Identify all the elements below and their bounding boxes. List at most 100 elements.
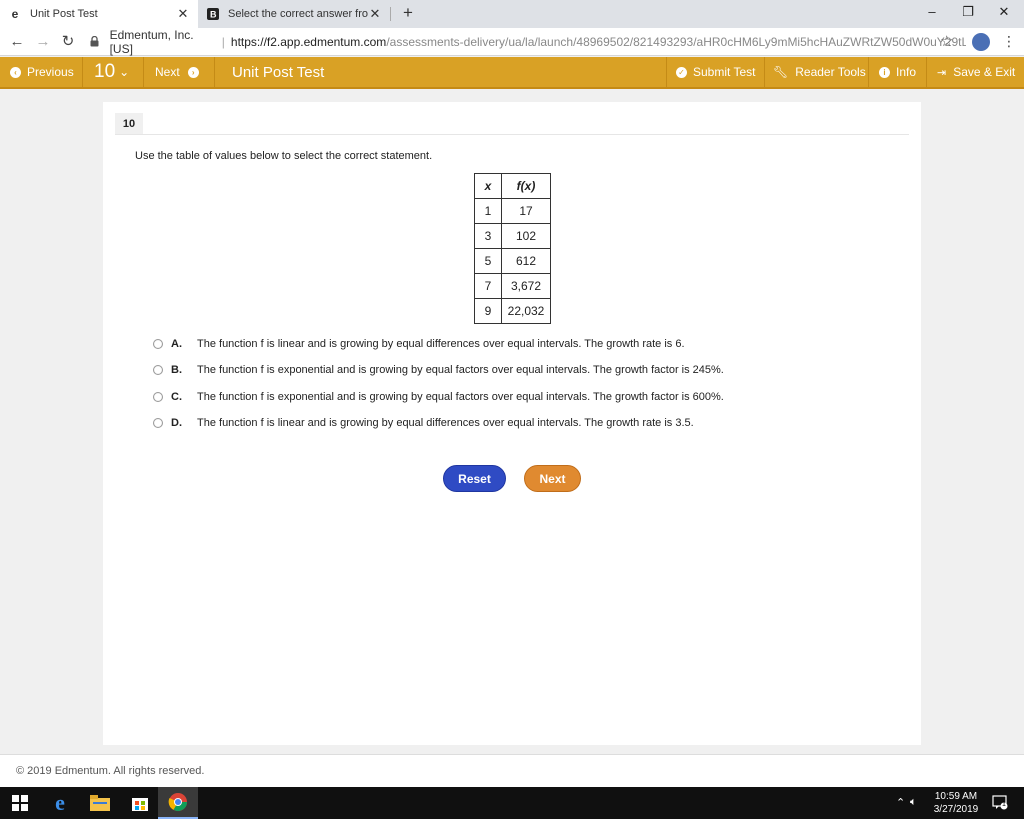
notifications-icon[interactable]: 1 — [992, 794, 1008, 813]
chrome-icon[interactable] — [158, 787, 198, 819]
file-explorer-icon[interactable] — [80, 787, 120, 819]
option-b[interactable]: B. The function f is exponential and is … — [153, 362, 724, 378]
edge-icon[interactable]: e — [40, 787, 80, 819]
table-cell-fx: 22,032 — [501, 298, 551, 324]
volume-muted-icon[interactable]: 🔈︎ — [910, 796, 917, 809]
table-cell-fx: 3,672 — [501, 273, 551, 299]
chevron-down-icon: ⌄ — [119, 65, 130, 79]
previous-label: Previous — [27, 65, 74, 79]
question-card: 10 Use the table of values below to sele… — [103, 102, 921, 745]
toolbar-divider — [143, 57, 144, 87]
table-cell-x: 3 — [474, 223, 502, 249]
chevron-right-icon: › — [187, 66, 199, 78]
new-tab-button[interactable]: + — [398, 3, 418, 23]
option-text: The function f is exponential and is gro… — [197, 391, 724, 403]
browser-tab-strip: e Unit Post Test ✕ B Select the correct … — [0, 0, 1024, 28]
column-header-fx: f(x) — [501, 173, 551, 199]
next-label: Next — [155, 65, 180, 79]
toolbar-divider — [82, 57, 83, 87]
table-cell-x: 9 — [474, 298, 502, 324]
close-window-button[interactable]: ✕ — [986, 0, 1022, 28]
test-title: Unit Post Test — [232, 63, 325, 81]
reader-tools-button[interactable]: 🔧︎ Reader Tools — [773, 57, 866, 87]
toolbar-divider — [868, 57, 869, 87]
url-path: /assessments-delivery/ua/la/launch/48969… — [386, 35, 966, 49]
divider — [115, 134, 909, 135]
tab-title: Unit Post Test — [30, 8, 98, 20]
table-cell-fx: 17 — [501, 198, 551, 224]
forward-arrow-icon[interactable]: → — [33, 32, 53, 52]
next-toolbar-button[interactable]: Next › — [155, 57, 199, 87]
copyright-text: © 2019 Edmentum. All rights reserved. — [16, 765, 205, 777]
table-header-row: x f(x) — [474, 173, 551, 199]
option-letter: C. — [171, 391, 182, 403]
option-c[interactable]: C. The function f is exponential and is … — [153, 389, 724, 405]
table-row: 9 22,032 — [474, 298, 551, 324]
option-text: The function f is linear and is growing … — [197, 417, 694, 429]
url-host: https://f2.app.edmentum.com — [230, 35, 387, 49]
save-exit-button[interactable]: ⇥ Save & Exit — [937, 57, 1015, 87]
tab-separator — [390, 7, 391, 21]
tab-close-icon[interactable]: ✕ — [368, 6, 382, 22]
lock-icon — [90, 35, 100, 48]
question-select-dropdown[interactable]: 10 ⌄ — [94, 57, 129, 87]
option-letter: B. — [171, 364, 182, 376]
windows-taskbar: e ⌃ 🔈︎ 10:59 AM 3/27/2019 1 — [0, 787, 1024, 819]
restore-button[interactable]: ❐ — [950, 0, 986, 28]
tab-close-icon[interactable]: ✕ — [176, 6, 190, 22]
table-row: 5 612 — [474, 248, 551, 274]
values-table: x f(x) 1 17 3 102 5 612 7 3,672 9 22,032 — [474, 173, 551, 324]
question-number: 10 — [94, 61, 116, 82]
reader-tools-label: Reader Tools — [795, 65, 866, 79]
reset-button[interactable]: Reset — [443, 465, 506, 492]
check-circle-icon: ✓ — [676, 66, 687, 78]
svg-text:B: B — [210, 10, 217, 20]
radio-button[interactable] — [153, 418, 163, 428]
taskbar-clock[interactable]: 10:59 AM 3/27/2019 — [922, 790, 990, 816]
tab-select-answer[interactable]: B Select the correct answer from e ✕ — [198, 0, 390, 28]
toolbar-divider — [214, 57, 215, 87]
windows-start-icon[interactable] — [0, 787, 40, 819]
previous-button[interactable]: ‹ Previous — [10, 57, 74, 87]
table-cell-fx: 102 — [501, 223, 551, 249]
info-icon: i — [879, 66, 890, 78]
table-cell-x: 1 — [474, 198, 502, 224]
test-toolbar: ‹ Previous 10 ⌄ Next › Unit Post Test ✓ … — [0, 57, 1024, 89]
sign-out-icon: ⇥ — [937, 66, 947, 79]
info-button[interactable]: i Info — [879, 57, 916, 87]
toolbar-divider — [764, 57, 765, 87]
url-input[interactable]: Edmentum, Inc. [US] | https://f2.app.edm… — [90, 28, 966, 56]
column-header-x: x — [474, 173, 502, 199]
tab-unit-post-test[interactable]: e Unit Post Test ✕ — [0, 0, 198, 28]
clock-time: 10:59 AM — [934, 791, 978, 802]
radio-button[interactable] — [153, 392, 163, 402]
info-label: Info — [896, 65, 917, 79]
option-letter: A. — [171, 338, 182, 350]
toolbar-divider — [666, 57, 667, 87]
omnibox-separator: | — [221, 35, 225, 49]
option-a[interactable]: A. The function f is linear and is growi… — [153, 336, 685, 352]
profile-avatar-icon[interactable] — [972, 33, 990, 51]
submit-test-button[interactable]: ✓ Submit Test — [676, 57, 755, 87]
back-arrow-icon[interactable]: ← — [7, 32, 27, 52]
next-button[interactable]: Next — [524, 465, 581, 492]
tray-chevron-up-icon[interactable]: ⌃ — [896, 796, 905, 809]
site-identity: Edmentum, Inc. [US] — [109, 28, 194, 56]
store-icon[interactable] — [120, 787, 160, 819]
address-bar: ← → ↻ Edmentum, Inc. [US] | https://f2.a… — [0, 28, 1024, 56]
browser-menu-icon[interactable]: ⋮ — [1002, 33, 1016, 50]
bookmark-star-icon[interactable]: ☆ — [940, 32, 953, 50]
radio-button[interactable] — [153, 339, 163, 349]
table-row: 1 17 — [474, 198, 551, 224]
table-row: 7 3,672 — [474, 273, 551, 299]
minimize-button[interactable]: – — [914, 0, 950, 28]
page-footer: © 2019 Edmentum. All rights reserved. — [0, 754, 1024, 787]
option-text: The function f is linear and is growing … — [197, 338, 685, 350]
table-cell-x: 5 — [474, 248, 502, 274]
question-prompt: Use the table of values below to select … — [135, 150, 433, 162]
table-cell-fx: 612 — [501, 248, 551, 274]
reload-icon[interactable]: ↻ — [58, 32, 78, 52]
radio-button[interactable] — [153, 365, 163, 375]
notification-count: 1 — [1002, 801, 1006, 808]
option-d[interactable]: D. The function f is linear and is growi… — [153, 415, 694, 431]
